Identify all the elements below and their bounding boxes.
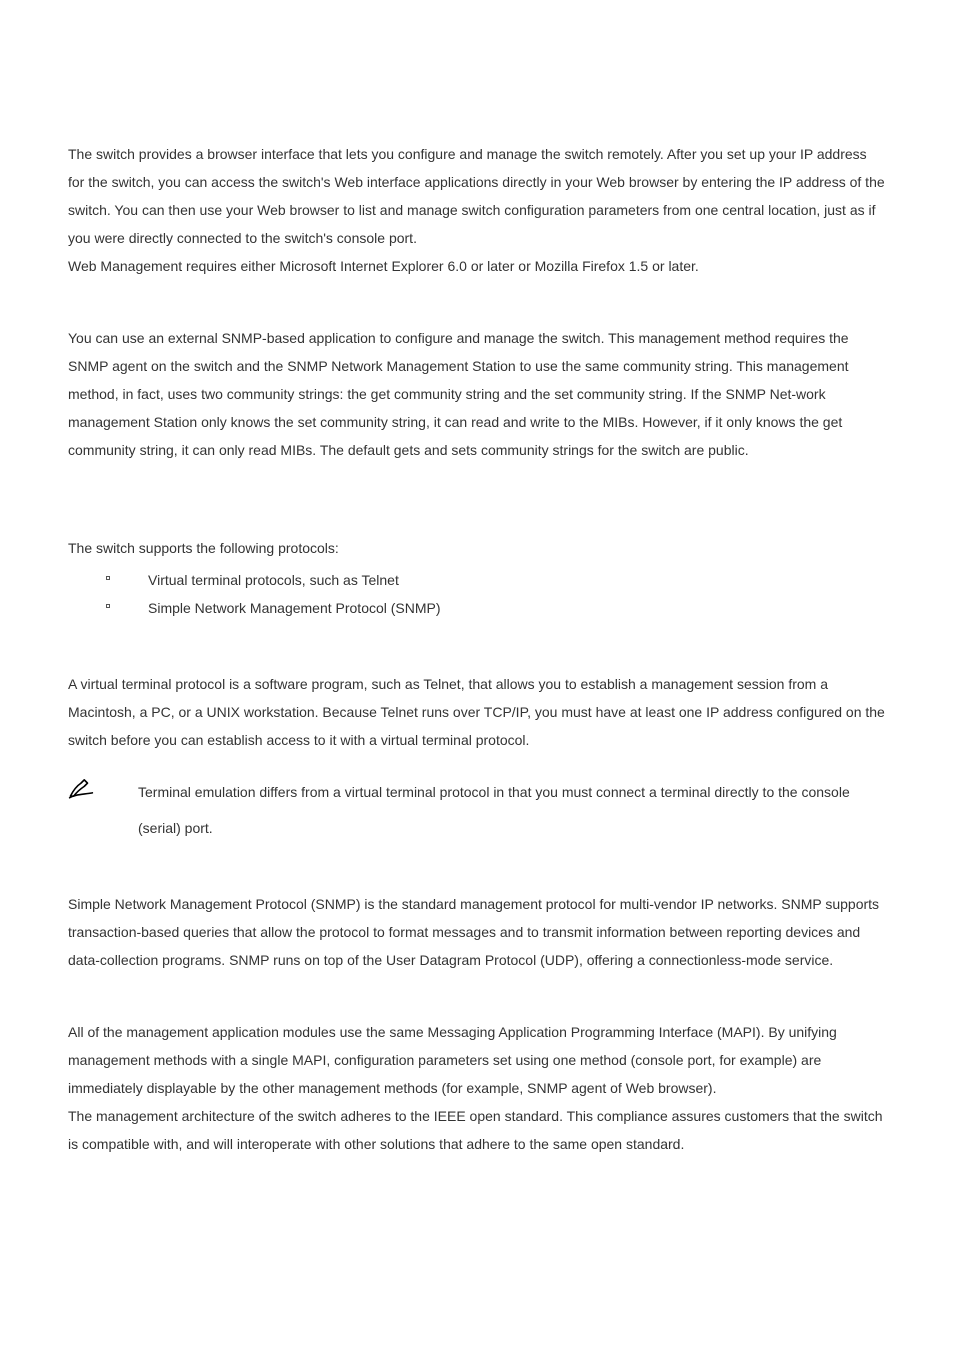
spacer xyxy=(68,974,886,1018)
protocol-list: Virtual terminal protocols, such as Teln… xyxy=(68,570,886,618)
bullet-marker xyxy=(68,570,148,580)
list-item: Simple Network Management Protocol (SNMP… xyxy=(68,598,886,618)
list-item-text: Simple Network Management Protocol (SNMP… xyxy=(148,598,441,618)
note-block: Terminal emulation differs from a virtua… xyxy=(68,774,886,846)
paragraph-snmp-external: You can use an external SNMP-based appli… xyxy=(68,324,886,464)
spacer xyxy=(68,846,886,890)
list-item: Virtual terminal protocols, such as Teln… xyxy=(68,570,886,590)
paragraph-browser-interface: The switch provides a browser interface … xyxy=(68,140,886,252)
paragraph-architecture: The management architecture of the switc… xyxy=(68,1102,886,1158)
paragraph-mapi: All of the management application module… xyxy=(68,1018,886,1102)
note-text: Terminal emulation differs from a virtua… xyxy=(138,774,886,846)
paragraph-snmp-description: Simple Network Management Protocol (SNMP… xyxy=(68,890,886,974)
note-icon-cell xyxy=(68,774,138,800)
spacer xyxy=(68,626,886,670)
handwriting-note-icon xyxy=(68,776,94,800)
list-item-text: Virtual terminal protocols, such as Teln… xyxy=(148,570,399,590)
document-page: The switch provides a browser interface … xyxy=(0,0,954,1350)
spacer xyxy=(68,464,886,534)
paragraph-virtual-terminal: A virtual terminal protocol is a softwar… xyxy=(68,670,886,754)
spacer xyxy=(68,280,886,324)
paragraph-protocols-heading: The switch supports the following protoc… xyxy=(68,534,886,562)
bullet-marker xyxy=(68,598,148,608)
paragraph-web-requirements: Web Management requires either Microsoft… xyxy=(68,252,886,280)
